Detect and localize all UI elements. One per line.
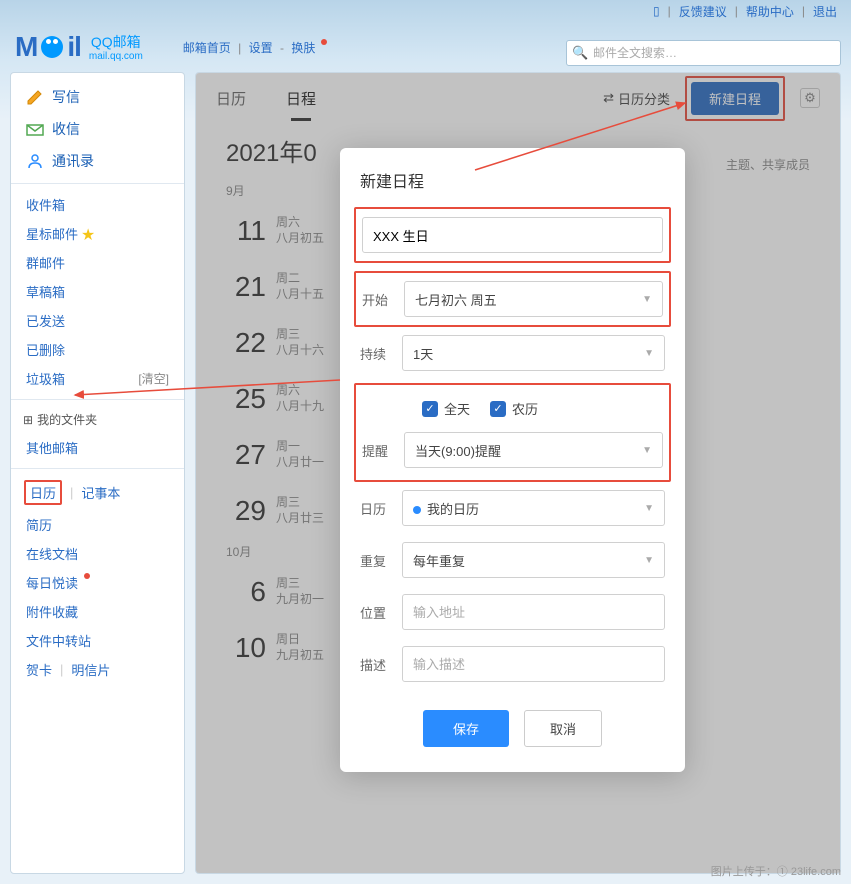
sidebar-item-notebook[interactable]: 记事本 [81, 483, 120, 502]
receive-button[interactable]: 收信 [11, 113, 184, 145]
remind-select[interactable]: 当天(9:00)提醒▼ [404, 432, 663, 468]
caret-icon: ▼ [644, 348, 654, 359]
subject-input[interactable] [362, 217, 663, 253]
search-input[interactable] [566, 40, 841, 66]
cal-label: 日历 [360, 499, 390, 518]
save-button[interactable]: 保存 [423, 710, 509, 747]
logo-il: il [67, 31, 81, 63]
sidebar-item-starred[interactable]: 星标邮件 ★ [11, 219, 184, 248]
clear-trash[interactable]: [清空] [138, 370, 169, 387]
sidebar: 写信 收信 通讯录 收件箱 星标邮件 ★ 群邮件 草稿箱 已发送 已删除 垃圾箱… [10, 72, 185, 874]
duration-label: 持续 [360, 344, 390, 363]
options-highlight: ✓ 全天 ✓ 农历 提醒 当天(9:00)提醒▼ [354, 383, 671, 482]
caret-icon: ▼ [642, 294, 652, 305]
contacts-button[interactable]: 通讯录 [11, 145, 184, 177]
location-input[interactable] [402, 594, 665, 630]
logout-link[interactable]: 退出 [813, 3, 837, 20]
help-link[interactable]: 帮助中心 [746, 3, 794, 20]
start-label: 开始 [362, 290, 392, 309]
allday-checkbox[interactable]: ✓ 全天 [422, 399, 470, 418]
check-icon: ✓ [490, 401, 506, 417]
skin-dot [321, 39, 327, 45]
sidebar-item-other[interactable]: 其他邮箱 [11, 433, 184, 462]
sidebar-item-inbox[interactable]: 收件箱 [11, 190, 184, 219]
feedback-link[interactable]: 反馈建议 [679, 3, 727, 20]
logo-m: M [15, 31, 37, 63]
sidebar-item-calendar[interactable]: 日历 [24, 480, 62, 505]
contacts-icon [26, 153, 44, 169]
sidebar-item-resume[interactable]: 简历 [11, 510, 184, 539]
nav-home[interactable]: 邮箱首页 [183, 41, 231, 55]
topbar: ▯ | 反馈建议 | 帮助中心 | 退出 [0, 0, 851, 22]
start-select[interactable]: 七月初六 周五▼ [404, 281, 663, 317]
plus-icon: ⊞ [23, 413, 33, 427]
star-icon: ★ [82, 227, 95, 242]
caret-icon: ▼ [644, 555, 654, 566]
cal-select[interactable]: 我的日历 ▼ [402, 490, 665, 526]
remind-label: 提醒 [362, 441, 392, 460]
sidebar-item-daily[interactable]: 每日悦读 [11, 568, 184, 597]
compose-icon [26, 89, 44, 105]
daily-dot [84, 573, 90, 579]
sidebar-item-filestation[interactable]: 文件中转站 [11, 626, 184, 655]
nav-settings[interactable]: 设置 [249, 41, 273, 55]
sidebar-item-trash[interactable]: 垃圾箱[清空] [11, 364, 184, 393]
sidebar-section-myfolders[interactable]: ⊞我的文件夹 [11, 406, 184, 433]
search-wrap: 🔍 [566, 40, 841, 66]
compose-button[interactable]: 写信 [11, 81, 184, 113]
brand-text: QQ邮箱 [91, 34, 141, 50]
desc-input[interactable] [402, 646, 665, 682]
brand-domain: mail.qq.com [89, 52, 143, 62]
mobile-icon[interactable]: ▯ [653, 4, 660, 18]
lunar-checkbox[interactable]: ✓ 农历 [490, 399, 538, 418]
sidebar-item-group[interactable]: 群邮件 [11, 248, 184, 277]
sidebar-item-docs[interactable]: 在线文档 [11, 539, 184, 568]
sidebar-item-card[interactable]: 贺卡 [26, 660, 52, 679]
loc-label: 位置 [360, 603, 390, 622]
repeat-select[interactable]: 每年重复▼ [402, 542, 665, 578]
sidebar-calendar-row: 日历 | 记事本 [11, 475, 184, 510]
caret-icon: ▼ [642, 445, 652, 456]
sidebar-item-postcard[interactable]: 明信片 [71, 660, 110, 679]
start-highlight: 开始 七月初六 周五▼ [354, 271, 671, 327]
repeat-label: 重复 [360, 551, 390, 570]
search-icon: 🔍 [572, 45, 588, 61]
topnav: 邮箱首页 | 设置 - 换肤 [183, 39, 327, 56]
sidebar-item-attach[interactable]: 附件收藏 [11, 597, 184, 626]
desc-label: 描述 [360, 655, 390, 674]
subject-highlight [354, 207, 671, 263]
watermark: 图片上传于：① 23life.com [711, 863, 841, 879]
receive-icon [26, 121, 44, 137]
cancel-button[interactable]: 取消 [524, 710, 602, 747]
sidebar-item-deleted[interactable]: 已删除 [11, 335, 184, 364]
sidebar-item-drafts[interactable]: 草稿箱 [11, 277, 184, 306]
duration-select[interactable]: 1天▼ [402, 335, 665, 371]
cal-dot-icon [413, 506, 421, 514]
caret-icon: ▼ [644, 503, 654, 514]
check-icon: ✓ [422, 401, 438, 417]
modal-title: 新建日程 [340, 168, 685, 207]
penguin-icon [41, 36, 63, 58]
new-schedule-modal: 新建日程 开始 七月初六 周五▼ 持续 1天▼ ✓ 全天 ✓ 农历 [340, 148, 685, 772]
sidebar-item-sent[interactable]: 已发送 [11, 306, 184, 335]
nav-skin[interactable]: 换肤 [291, 41, 315, 55]
logo: M il QQ邮箱 mail.qq.com [15, 31, 143, 63]
header: M il QQ邮箱 mail.qq.com 邮箱首页 | 设置 - 换肤 🔍 [0, 22, 851, 72]
sidebar-card-row: 贺卡 | 明信片 [11, 655, 184, 684]
